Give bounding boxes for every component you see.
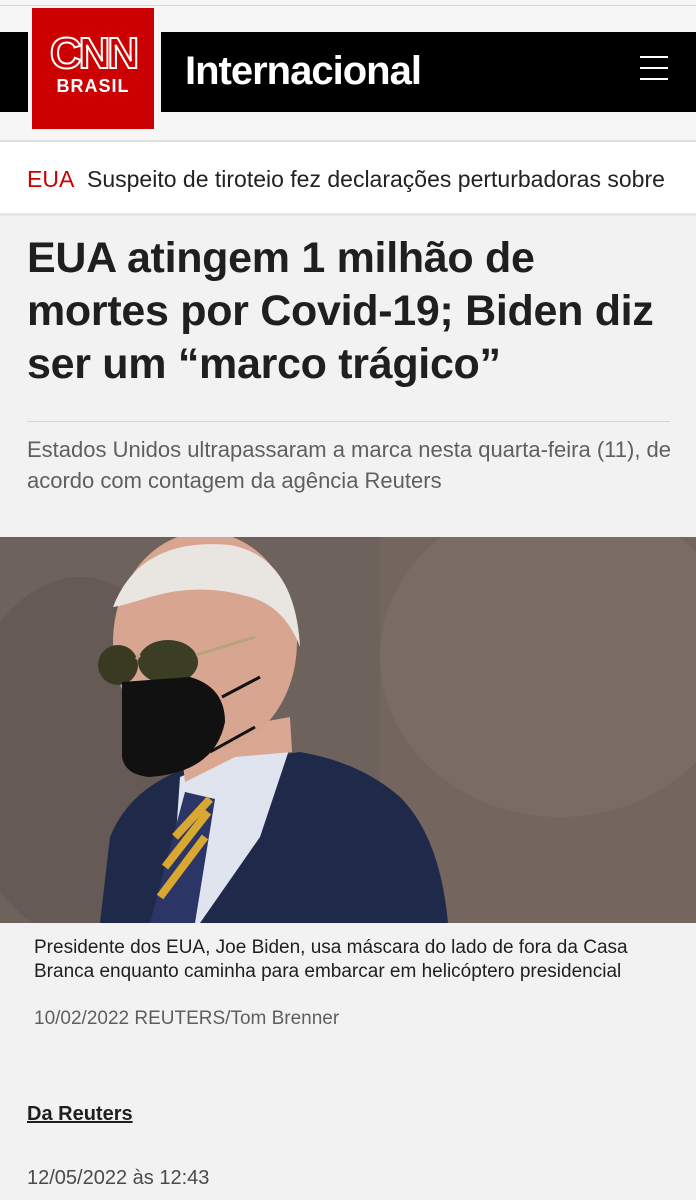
author-byline-link[interactable]: Da Reuters <box>27 1103 133 1126</box>
cnn-brasil-logo[interactable]: CNN BRASIL <box>32 8 154 129</box>
header-bar: Internacional <box>161 32 696 112</box>
headline-divider <box>27 421 670 422</box>
top-divider <box>0 5 696 6</box>
section-title[interactable]: Internacional <box>185 47 422 95</box>
publish-date: 12/05/2022 às 12:43 <box>27 1167 210 1189</box>
ticker-headline[interactable]: Suspeito de tiroteio fez declarações per… <box>87 166 665 193</box>
ticker-tag[interactable]: EUA <box>27 166 74 193</box>
photo-credit: 10/02/2022 REUTERS/Tom Brenner <box>34 1008 340 1029</box>
article-headline: EUA atingem 1 milhão de mortes por Covid… <box>27 234 654 388</box>
photo-illustration <box>0 537 696 923</box>
logo-brasil-text: BRASIL <box>56 76 130 96</box>
site-header: CNN BRASIL Internacional <box>0 0 696 140</box>
logo-cnn-text: CNN <box>49 29 140 78</box>
header-bar-left <box>0 32 28 112</box>
article-subtitle: Estados Unidos ultrapassaram a marca nes… <box>27 437 672 493</box>
page: CNN BRASIL Internacional EUA Suspeito de… <box>0 0 696 1200</box>
photo-caption: Presidente dos EUA, Joe Biden, usa másca… <box>34 937 628 982</box>
hamburger-menu-icon[interactable] <box>640 56 668 80</box>
article-photo <box>0 537 696 923</box>
breaking-news-ticker[interactable]: EUA Suspeito de tiroteio fez declarações… <box>0 140 696 216</box>
